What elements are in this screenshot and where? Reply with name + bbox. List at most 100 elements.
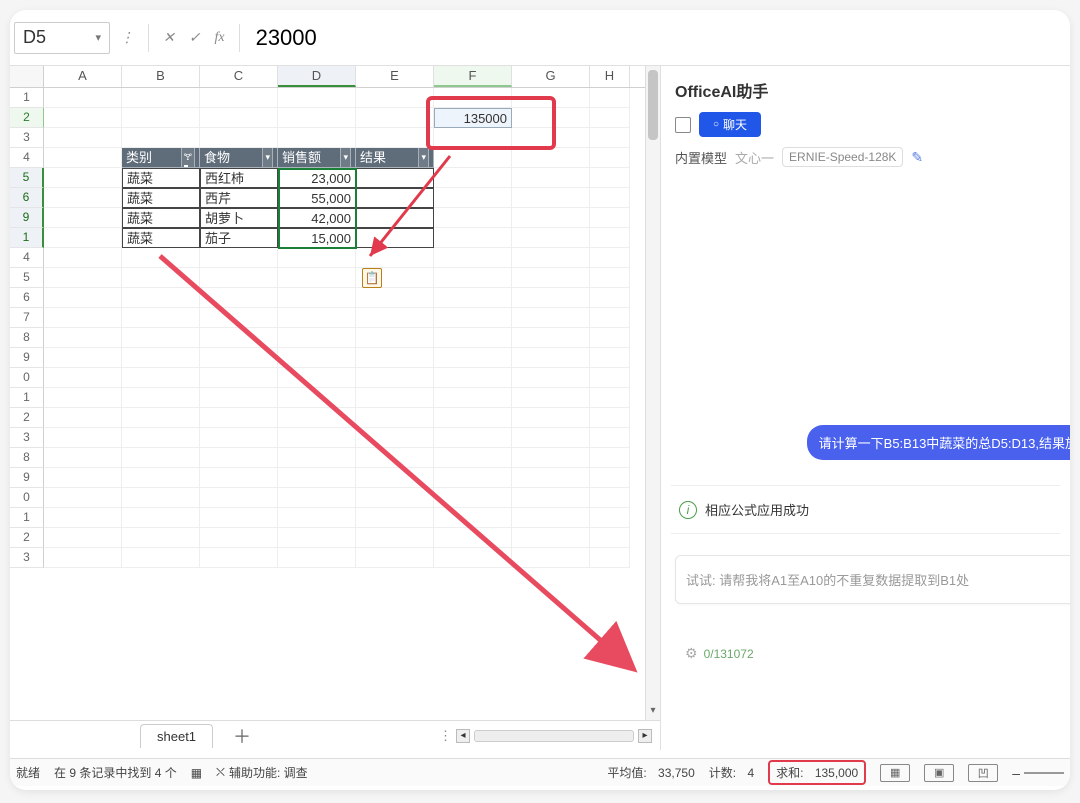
cell-sales[interactable]: 15,000: [278, 228, 356, 248]
tbl-hdr-result[interactable]: 结果▾: [356, 148, 434, 168]
cell-result[interactable]: [356, 188, 434, 208]
name-box[interactable]: D5 ▾: [14, 22, 110, 54]
row-hdr[interactable]: 0: [10, 368, 44, 388]
grid[interactable]: A B C D E F G H 1 2 135000 3 4 类别🝖: [10, 66, 660, 720]
cell-result[interactable]: [356, 228, 434, 248]
cell-food[interactable]: 茄子: [200, 228, 278, 248]
zoom-out-icon[interactable]: –: [1012, 765, 1020, 781]
model-row: 内置模型 文心一 ERNIE-Speed-128K ✎: [671, 139, 1060, 175]
row-hdr[interactable]: 1: [10, 88, 44, 108]
col-F[interactable]: F: [434, 66, 512, 87]
person-icon: ⛌: [216, 765, 225, 780]
cell-cat[interactable]: 蔬菜: [122, 168, 200, 188]
cell-food[interactable]: 西红柿: [200, 168, 278, 188]
fx-icon[interactable]: fx: [210, 30, 228, 46]
zoom-control[interactable]: –: [1012, 765, 1064, 781]
row-hdr[interactable]: 5: [10, 168, 44, 188]
row-hdr[interactable]: 3: [10, 128, 44, 148]
view-pagelayout-icon[interactable]: ▣: [924, 764, 954, 782]
select-all-corner[interactable]: [10, 66, 44, 87]
scroll-down-icon[interactable]: ▾: [646, 705, 660, 716]
scrollbar-thumb[interactable]: [648, 70, 658, 140]
accessibility-status[interactable]: ⛌ 辅助功能: 调查: [216, 764, 308, 781]
row-hdr[interactable]: 5: [10, 268, 44, 288]
dropdown-icon[interactable]: ▾: [262, 148, 273, 168]
view-pagebreak-icon[interactable]: 凹: [968, 764, 998, 782]
cell-sales[interactable]: 55,000: [278, 188, 356, 208]
row-hdr[interactable]: 2: [10, 528, 44, 548]
dropdown-icon[interactable]: ▾: [340, 148, 351, 168]
row-hdr[interactable]: 4: [10, 248, 44, 268]
col-G[interactable]: G: [512, 66, 590, 87]
row-hdr[interactable]: 8: [10, 328, 44, 348]
result-cell-F2[interactable]: 135000: [434, 108, 512, 128]
cube-icon[interactable]: [675, 117, 691, 133]
cell-result[interactable]: [356, 208, 434, 228]
col-A[interactable]: A: [44, 66, 122, 87]
gear-icon[interactable]: ⚙: [685, 645, 698, 662]
status-bar: 就绪 在 9 条记录中找到 4 个 ▦ ⛌ 辅助功能: 调查 平均值: 33,7…: [10, 758, 1070, 786]
model-vendor[interactable]: 文心一: [735, 148, 774, 167]
col-B[interactable]: B: [122, 66, 200, 87]
dropdown-icon[interactable]: ▾: [418, 148, 429, 168]
row-hdr[interactable]: 4: [10, 148, 44, 168]
col-H[interactable]: H: [590, 66, 630, 87]
tbl-hdr-food[interactable]: 食物▾: [200, 148, 278, 168]
cell-sales[interactable]: 23,000: [278, 168, 356, 188]
formula-input[interactable]: [250, 25, 1066, 51]
status-average: 平均值: 33,750: [607, 764, 694, 781]
row-hdr[interactable]: 1: [10, 228, 44, 248]
vertical-scrollbar[interactable]: ▾: [645, 66, 660, 720]
col-D[interactable]: D: [278, 66, 356, 87]
dots-icon[interactable]: ⋮: [439, 728, 452, 744]
model-select[interactable]: ERNIE-Speed-128K: [782, 147, 903, 167]
paste-options-icon[interactable]: 📋: [362, 268, 382, 288]
tab-sheet1[interactable]: sheet1: [140, 724, 213, 748]
filter-active-icon[interactable]: 🝖: [181, 148, 195, 168]
row-hdr[interactable]: 9: [10, 348, 44, 368]
row-hdr[interactable]: 0: [10, 488, 44, 508]
suggestion-card[interactable]: 试试: 请帮我将A1至A10的不重复数据提取到B1处: [675, 555, 1070, 604]
row-hdr[interactable]: 2: [10, 408, 44, 428]
success-text: 相应公式应用成功: [705, 500, 809, 519]
row-hdr[interactable]: 9: [10, 208, 44, 228]
hscroll-left-icon[interactable]: ◂: [456, 729, 470, 743]
zoom-slider[interactable]: [1024, 772, 1064, 774]
dots-icon[interactable]: ⋮: [116, 29, 138, 46]
sheet-tabs: sheet1 ＋ ⋮ ◂ ▸: [10, 720, 660, 750]
row-hdr[interactable]: 6: [10, 188, 44, 208]
cell-food[interactable]: 西芹: [200, 188, 278, 208]
cell-cat[interactable]: 蔬菜: [122, 228, 200, 248]
row-hdr[interactable]: 1: [10, 388, 44, 408]
cell-cat[interactable]: 蔬菜: [122, 188, 200, 208]
accept-icon[interactable]: ✓: [185, 29, 205, 46]
cell-sales[interactable]: 42,000: [278, 208, 356, 228]
tbl-hdr-category[interactable]: 类别🝖: [122, 148, 200, 168]
col-C[interactable]: C: [200, 66, 278, 87]
model-builtin-label: 内置模型: [675, 148, 727, 167]
cell-cat[interactable]: 蔬菜: [122, 208, 200, 228]
row-hdr[interactable]: 3: [10, 548, 44, 568]
status-sum: 求和: 135,000: [768, 760, 866, 785]
col-E[interactable]: E: [356, 66, 434, 87]
hscroll-right-icon[interactable]: ▸: [638, 729, 652, 743]
cell-result[interactable]: [356, 168, 434, 188]
row-hdr[interactable]: 7: [10, 308, 44, 328]
row-hdr[interactable]: 1: [10, 508, 44, 528]
row-hdr[interactable]: 3: [10, 428, 44, 448]
edit-icon[interactable]: ✎: [911, 149, 923, 166]
cell-food[interactable]: 胡萝卜: [200, 208, 278, 228]
row-hdr[interactable]: 8: [10, 448, 44, 468]
cancel-icon[interactable]: ✕: [159, 29, 179, 46]
info-icon: i: [679, 501, 697, 519]
tbl-hdr-sales[interactable]: 销售额▾: [278, 148, 356, 168]
stats-icon[interactable]: ▦: [191, 766, 202, 780]
chevron-down-icon[interactable]: ▾: [95, 31, 101, 44]
add-sheet-button[interactable]: ＋: [225, 723, 259, 749]
row-hdr[interactable]: 6: [10, 288, 44, 308]
row-hdr[interactable]: 2: [10, 108, 44, 128]
row-hdr[interactable]: 9: [10, 468, 44, 488]
view-normal-icon[interactable]: ▦: [880, 764, 910, 782]
horizontal-scrollbar[interactable]: [474, 730, 634, 742]
chat-tab[interactable]: 聊天: [699, 112, 761, 137]
